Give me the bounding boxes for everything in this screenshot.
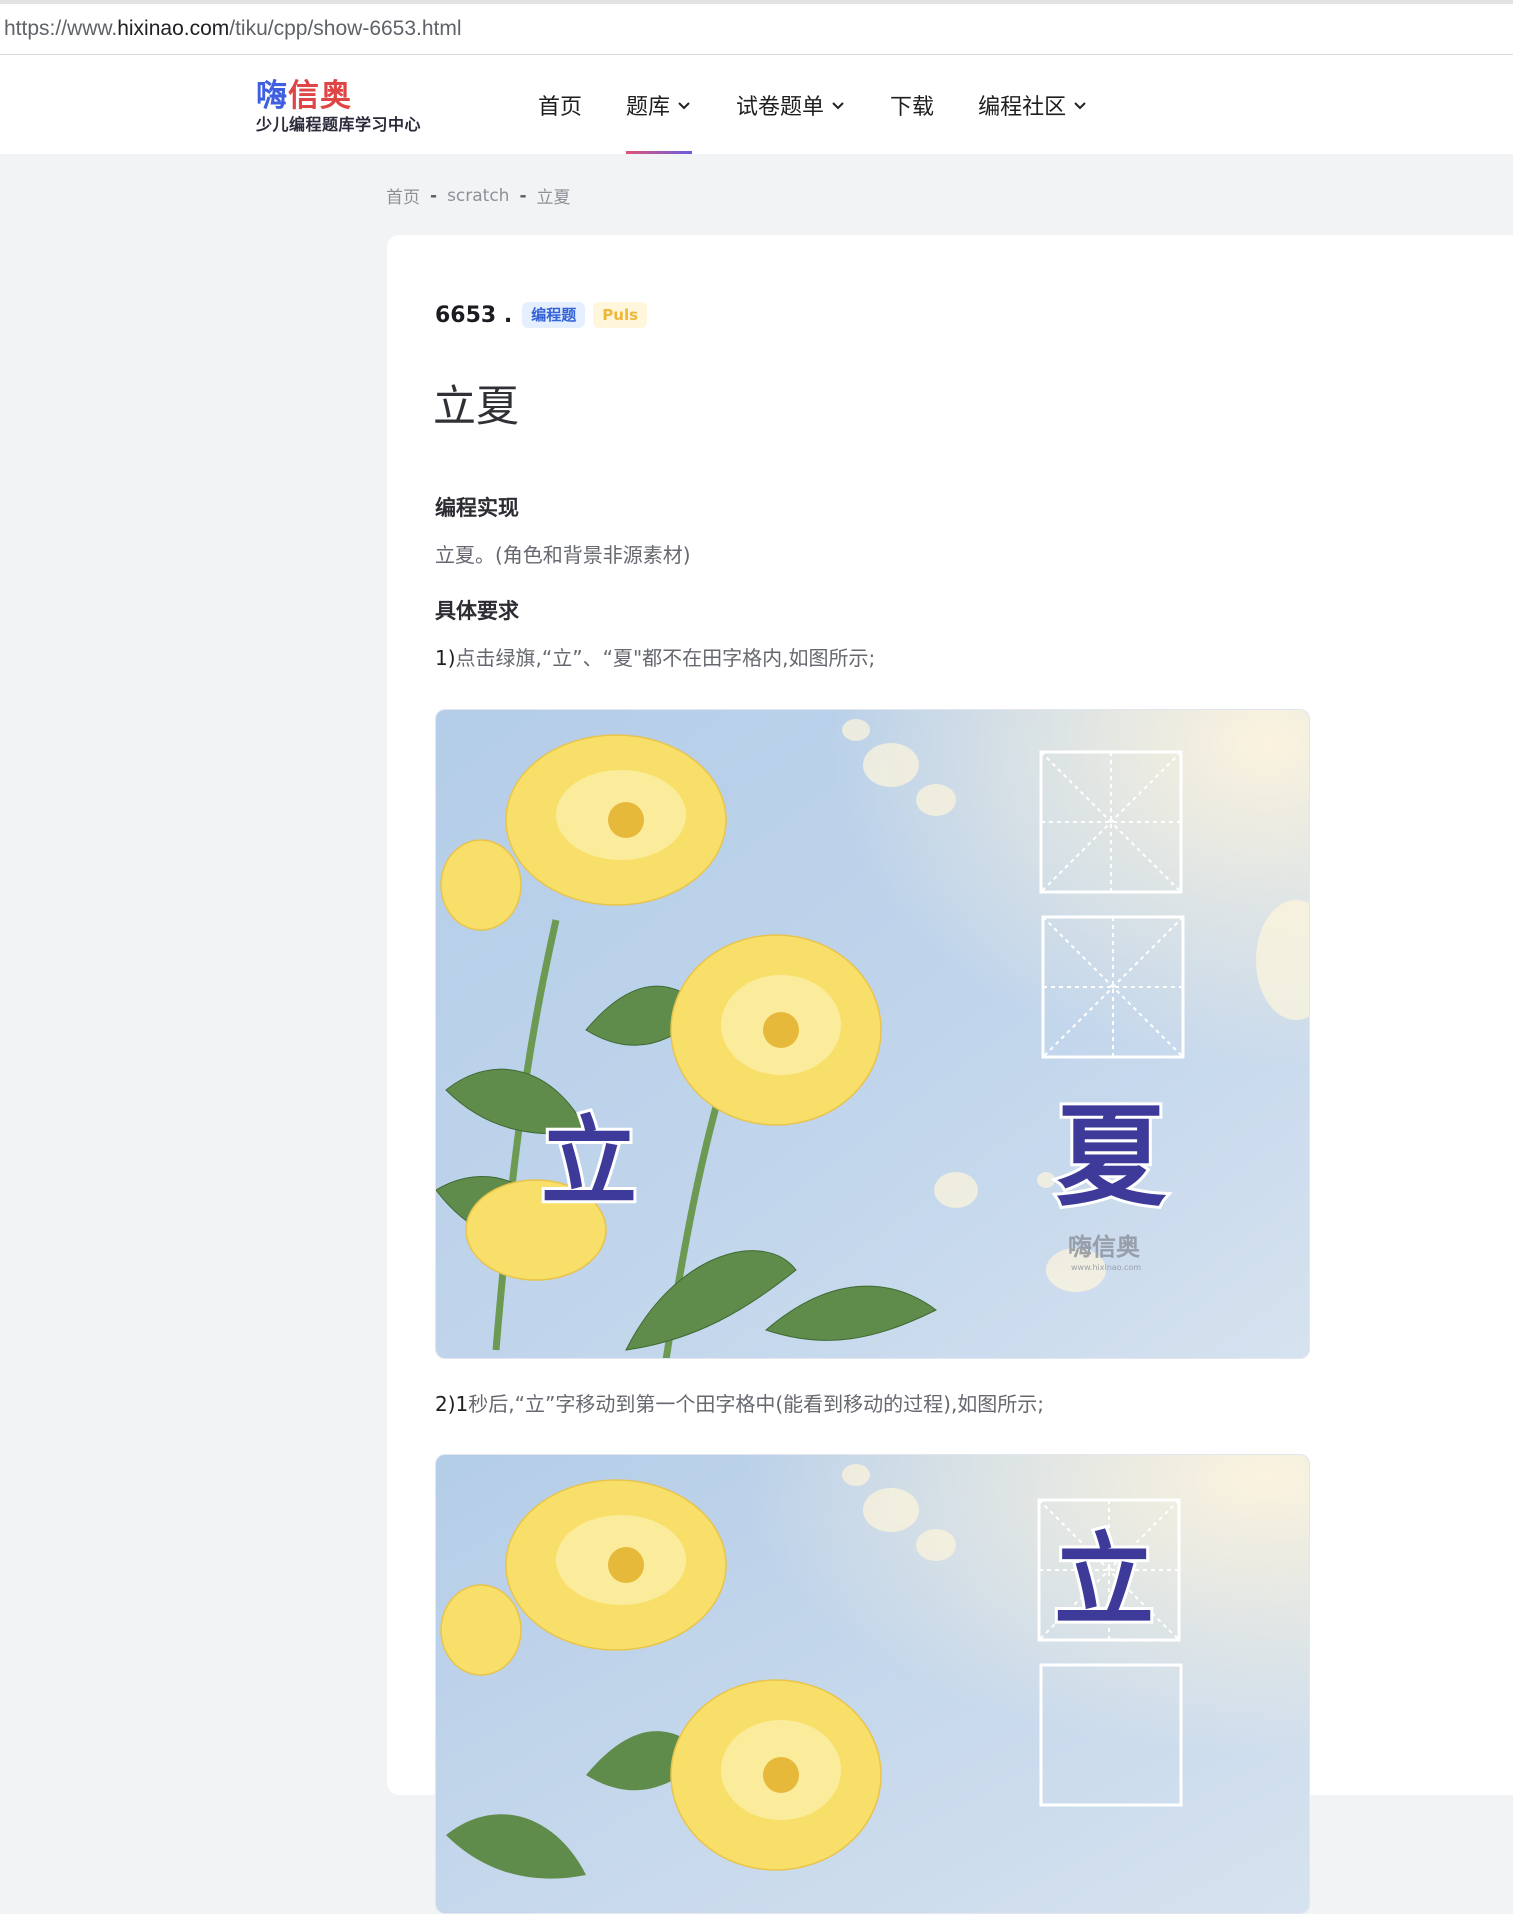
question-meta: 6653 . 编程题 Puls <box>435 302 655 328</box>
question-number: 6653 . <box>435 302 513 328</box>
url-prefix: https://www. <box>4 17 118 40</box>
breadcrumb-separator: - <box>519 185 527 206</box>
section-heading-implementation: 编程实现 <box>435 496 519 520</box>
nav-item-community[interactable]: 编程社区 <box>978 55 1088 154</box>
figure-1-stage: 立 夏 嗨信奥 www.hixinao.com <box>435 709 1310 1359</box>
nav-label: 试卷题单 <box>736 94 825 120</box>
character-li: 立 <box>1054 1522 1154 1639</box>
section-heading-requirements: 具体要求 <box>435 599 519 623</box>
requirement-number: 1) <box>435 646 456 670</box>
requirement-2: 2)1秒后,“立”字移动到第一个田字格中(能看到移动的过程),如图所示; <box>435 1389 1435 1419</box>
nav-item-home[interactable]: 首页 <box>538 55 582 154</box>
question-card: 6653 . 编程题 Puls 立夏 编程实现 立夏。(角色和背景非源素材) 具… <box>387 235 1513 1914</box>
site-logo[interactable]: 嗨信奥 少儿编程题库学习中心 <box>256 79 421 135</box>
character-li: 立 <box>541 1106 637 1218</box>
chevron-down-icon <box>832 101 844 109</box>
main-nav: 首页 题库 试卷题单 下载 编程社区 <box>538 55 1132 154</box>
breadcrumb-current[interactable]: 立夏 <box>537 183 571 208</box>
requirement-text: 秒后,“立”字移动到第一个田字格中(能看到移动的过程),如图所示; <box>468 1392 1045 1416</box>
logo-wordmark: 嗨信奥 <box>256 79 421 113</box>
question-type-badge: 编程题 <box>522 302 586 328</box>
nav-label: 下载 <box>890 94 935 120</box>
logo-char-xinao: 信奥 <box>288 78 352 114</box>
figure-1-illustration: 立 夏 嗨信奥 www.hixinao.com <box>436 710 1309 1358</box>
nav-item-tiku[interactable]: 题库 <box>626 55 693 154</box>
nav-label: 首页 <box>538 94 583 120</box>
logo-char-hi: 嗨 <box>256 78 288 114</box>
breadcrumb: 首页 - scratch - 立夏 <box>386 183 571 209</box>
logo-tagline: 少儿编程题库学习中心 <box>256 115 422 134</box>
watermark-url: www.hixinao.com <box>1071 1263 1141 1272</box>
url-text[interactable]: https://www.hixinao.com/tiku/cpp/show-66… <box>4 17 462 41</box>
browser-address-bar[interactable]: https://www.hixinao.com/tiku/cpp/show-66… <box>0 0 1513 55</box>
question-title: 立夏 <box>433 382 519 432</box>
nav-label: 题库 <box>626 94 671 120</box>
implementation-text: 立夏。(角色和背景非源素材) <box>435 543 691 567</box>
nav-item-papers[interactable]: 试卷题单 <box>736 55 846 154</box>
requirement-text: 点击绿旗,“立”、“夏"都不在田字格内,如图所示; <box>455 646 876 670</box>
breadcrumb-separator: - <box>430 185 438 206</box>
watermark-logo: 嗨信奥 <box>1068 1233 1141 1261</box>
breadcrumb-home[interactable]: 首页 <box>386 183 420 208</box>
figure-2-illustration: 立 <box>436 1455 1309 1913</box>
question-body: 编程实现 立夏。(角色和背景非源素材) 具体要求 1)点击绿旗,“立”、“夏"都… <box>435 493 1435 1914</box>
plus-badge: Puls <box>593 302 648 328</box>
figure-2-stage: 立 <box>435 1454 1310 1914</box>
site-header: 嗨信奥 少儿编程题库学习中心 首页 题库 试卷题单 下载 编程社区 <box>0 55 1513 154</box>
nav-item-download[interactable]: 下载 <box>890 55 934 154</box>
url-path: /tiku/cpp/show-6653.html <box>229 17 462 40</box>
character-xia: 夏 <box>1056 1093 1167 1221</box>
url-host: hixinao.com <box>117 17 230 40</box>
requirement-number: 2)1 <box>435 1392 469 1416</box>
nav-label: 编程社区 <box>978 94 1067 120</box>
requirement-1: 1)点击绿旗,“立”、“夏"都不在田字格内,如图所示; <box>435 643 1435 673</box>
breadcrumb-category[interactable]: scratch <box>447 186 509 206</box>
chevron-down-icon <box>1074 101 1086 109</box>
chevron-down-icon <box>678 101 690 109</box>
